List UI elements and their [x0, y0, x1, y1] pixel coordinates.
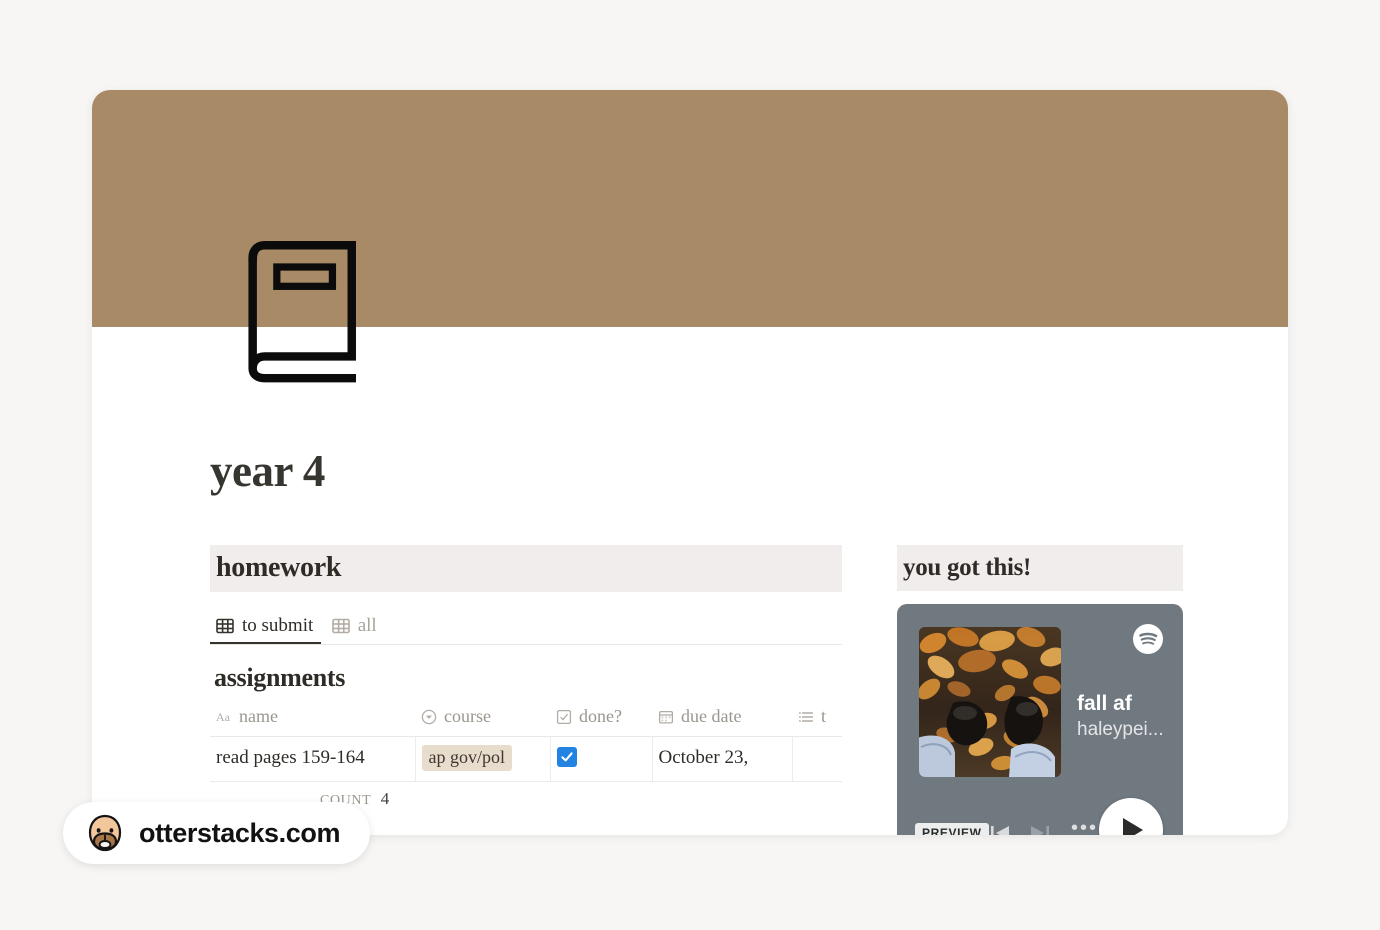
- course-tag: ap gov/pol: [421, 745, 512, 771]
- cell-tags[interactable]: [792, 736, 842, 782]
- done-checkbox[interactable]: [556, 746, 577, 767]
- svg-text:Aa: Aa: [216, 710, 231, 724]
- calendar-type-icon: [658, 709, 674, 725]
- track-metadata: fall af haleypei...: [1077, 692, 1183, 741]
- previous-track-icon[interactable]: [989, 824, 1011, 835]
- track-artist: haleypei...: [1077, 719, 1164, 741]
- cell-name[interactable]: read pages 159-164: [210, 736, 416, 782]
- notion-page-card: year 4 homework to submit all assignment…: [92, 90, 1288, 835]
- watermark-label: otterstacks.com: [139, 817, 341, 848]
- cell-due-date[interactable]: October 23,: [652, 736, 793, 782]
- column-label: done?: [579, 706, 622, 726]
- checkbox-type-icon: [556, 709, 572, 725]
- otterstacks-watermark[interactable]: otterstacks.com: [63, 802, 371, 864]
- preview-badge: PREVIEW: [915, 823, 989, 835]
- select-type-icon: [421, 709, 437, 725]
- table-row[interactable]: read pages 159-164 ap gov/pol October 23…: [210, 736, 842, 782]
- column-header-due-date[interactable]: due date: [652, 703, 792, 737]
- more-options-icon[interactable]: •••: [1071, 818, 1098, 835]
- spotify-embed[interactable]: fall af haleypei... PREVIEW •••: [897, 604, 1183, 835]
- homework-heading: homework: [210, 545, 842, 592]
- column-label: course: [444, 706, 491, 726]
- otter-face-icon: [85, 813, 125, 853]
- left-column: homework to submit all assignments Aa na…: [210, 545, 842, 809]
- track-title: fall af: [1077, 692, 1132, 715]
- cell-course[interactable]: ap gov/pol: [415, 736, 551, 782]
- text-type-icon: Aa: [216, 709, 232, 725]
- you-got-this-heading: you got this!: [897, 545, 1183, 591]
- album-artwork: [919, 627, 1061, 777]
- column-label: t: [821, 706, 827, 726]
- tab-to-submit[interactable]: to submit: [210, 609, 322, 644]
- column-header-tags[interactable]: t: [792, 703, 842, 737]
- book-icon[interactable]: [240, 238, 362, 383]
- count-value: 4: [380, 789, 390, 808]
- cell-done[interactable]: [550, 736, 653, 782]
- database-title[interactable]: assignments: [210, 663, 842, 693]
- table-header-row: Aa name course done? due date t: [210, 703, 842, 737]
- column-label: name: [239, 706, 278, 726]
- page-title[interactable]: year 4: [210, 445, 325, 497]
- multiselect-type-icon: [798, 709, 814, 725]
- column-header-name[interactable]: Aa name: [210, 703, 415, 737]
- page-content: homework to submit all assignments Aa na…: [92, 545, 1288, 835]
- tab-label: to submit: [242, 614, 314, 636]
- table-view-icon: [331, 618, 350, 634]
- tab-label: all: [357, 614, 377, 636]
- play-button[interactable]: [1099, 798, 1163, 835]
- column-header-course[interactable]: course: [415, 703, 550, 737]
- tab-all[interactable]: all: [326, 608, 385, 643]
- column-label: due date: [681, 706, 742, 726]
- next-track-icon[interactable]: [1029, 824, 1051, 835]
- table-view-icon: [216, 618, 234, 634]
- spotify-logo-icon: [1133, 624, 1163, 654]
- database-view-tabs: to submit all: [210, 608, 842, 645]
- right-column: you got this! fall af haleypei... PREVIE…: [897, 545, 1183, 835]
- assignments-table: Aa name course done? due date t read pag…: [210, 703, 842, 782]
- column-header-done[interactable]: done?: [550, 703, 652, 737]
